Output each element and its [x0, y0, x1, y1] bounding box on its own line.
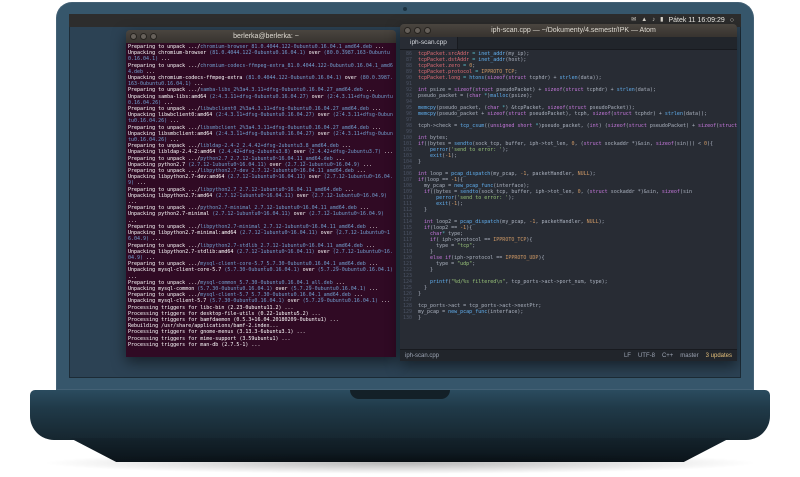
status-item[interactable]: UTF-8 [638, 353, 655, 359]
status-item[interactable]: master [680, 353, 698, 359]
status-file[interactable]: iph-scan.cpp [405, 353, 439, 359]
terminal-line: Unpacking python2.7-minimal (2.7.12-1ubu… [128, 211, 387, 224]
minimize-button[interactable] [140, 33, 147, 40]
close-button[interactable] [404, 27, 411, 34]
editor: 86 87 88 89 90 91 92 93 94 95 96 97 98 99 100 101 102 103… [400, 50, 737, 350]
terminal-line: Unpacking libpython2.7-minimal:amd64 (2.… [128, 230, 390, 243]
minimize-button[interactable] [414, 27, 421, 34]
status-item[interactable]: LF [624, 353, 631, 359]
terminal-line: Unpacking libpython2.7:amd64 (2.7.12-1ub… [128, 192, 390, 206]
tab-bar: iph-scan.cpp [400, 37, 737, 50]
terminal-title: berlerka@berlerka: ~ [233, 33, 299, 40]
code-lines[interactable]: tcpPacket.srcAddr = inet_addr(my_ip); tcp… [415, 50, 737, 350]
terminal-line: Preparing to unpack .../chromium-codecs-… [128, 62, 393, 75]
webcam-dot [403, 7, 407, 11]
status-item[interactable]: 3 updates [706, 353, 732, 359]
terminal-window[interactable]: berlerka@berlerka: ~ Preparing to unpack… [126, 30, 396, 357]
terminal-line: Unpacking libwbclient0:amd64 (2:4.3.11+d… [128, 112, 393, 125]
code-line[interactable]: memcpy(pseudo_packet + sizeof(struct pse… [418, 111, 737, 117]
code-line[interactable]: tcph->check = tcp_csum((unsigned short *… [418, 123, 737, 129]
terminal-line: Unpacking libsmbclient:amd64 (2:4.3.11+d… [128, 130, 393, 144]
laptop-shadow [40, 452, 760, 474]
maximize-button[interactable] [150, 33, 157, 40]
status-bar: iph-scan.cpp LF UTF-8 C++ master 3 updates [400, 349, 737, 361]
atom-titlebar[interactable]: iph-scan.cpp — ~/Dokumenty/4.semestr/IPK… [400, 24, 737, 37]
status-items: LF UTF-8 C++ master 3 updates [624, 353, 732, 359]
gutter: 86 87 88 89 90 91 92 93 94 95 96 97 98 99 100 101 102 103… [400, 50, 415, 350]
atom-window[interactable]: iph-scan.cpp — ~/Dokumenty/4.semestr/IPK… [400, 24, 737, 361]
status-item[interactable]: C++ [662, 353, 673, 359]
page: ✉ ▲ ♪ ▮ Pátek 11 16:09:29 ○ berlerka@berler… [0, 0, 800, 477]
desktop: ✉ ▲ ♪ ▮ Pátek 11 16:09:29 ○ berlerka@berler… [69, 14, 741, 378]
terminal-line: Unpacking chromium-codecs-ffmpeg-extra (… [128, 75, 393, 88]
base-notch [350, 390, 450, 399]
terminal-line: Unpacking samba-libs:amd64 (2:4.3.11+dfs… [128, 93, 393, 106]
atom-title: iph-scan.cpp — ~/Dokumenty/4.semestr/IPK… [491, 27, 656, 34]
code-line[interactable]: } [418, 315, 737, 321]
tab-iph-scan[interactable]: iph-scan.cpp [400, 37, 458, 49]
maximize-button[interactable] [424, 27, 431, 34]
terminal-line: Unpacking mysql-client-core-5.7 (5.7.30-… [128, 267, 396, 280]
terminal-line: Processing triggers for man-db (2.7.5-1)… [128, 341, 261, 348]
terminal-output[interactable]: Preparing to unpack .../chromium-browser… [126, 43, 396, 357]
terminal-line: Unpacking libpython2.7-stdlib:amd64 (2.7… [128, 248, 393, 261]
terminal-line: Unpacking libpython2.7-dev:amd64 (2.7.12… [128, 174, 393, 187]
close-button[interactable] [130, 33, 137, 40]
terminal-titlebar[interactable]: berlerka@berlerka: ~ [126, 30, 396, 43]
line-number: 130 [402, 315, 412, 321]
laptop-lid: ✉ ▲ ♪ ▮ Pátek 11 16:09:29 ○ berlerka@berler… [56, 2, 754, 390]
terminal-line: Unpacking chromium-browser (81.0.4044.12… [128, 50, 390, 63]
